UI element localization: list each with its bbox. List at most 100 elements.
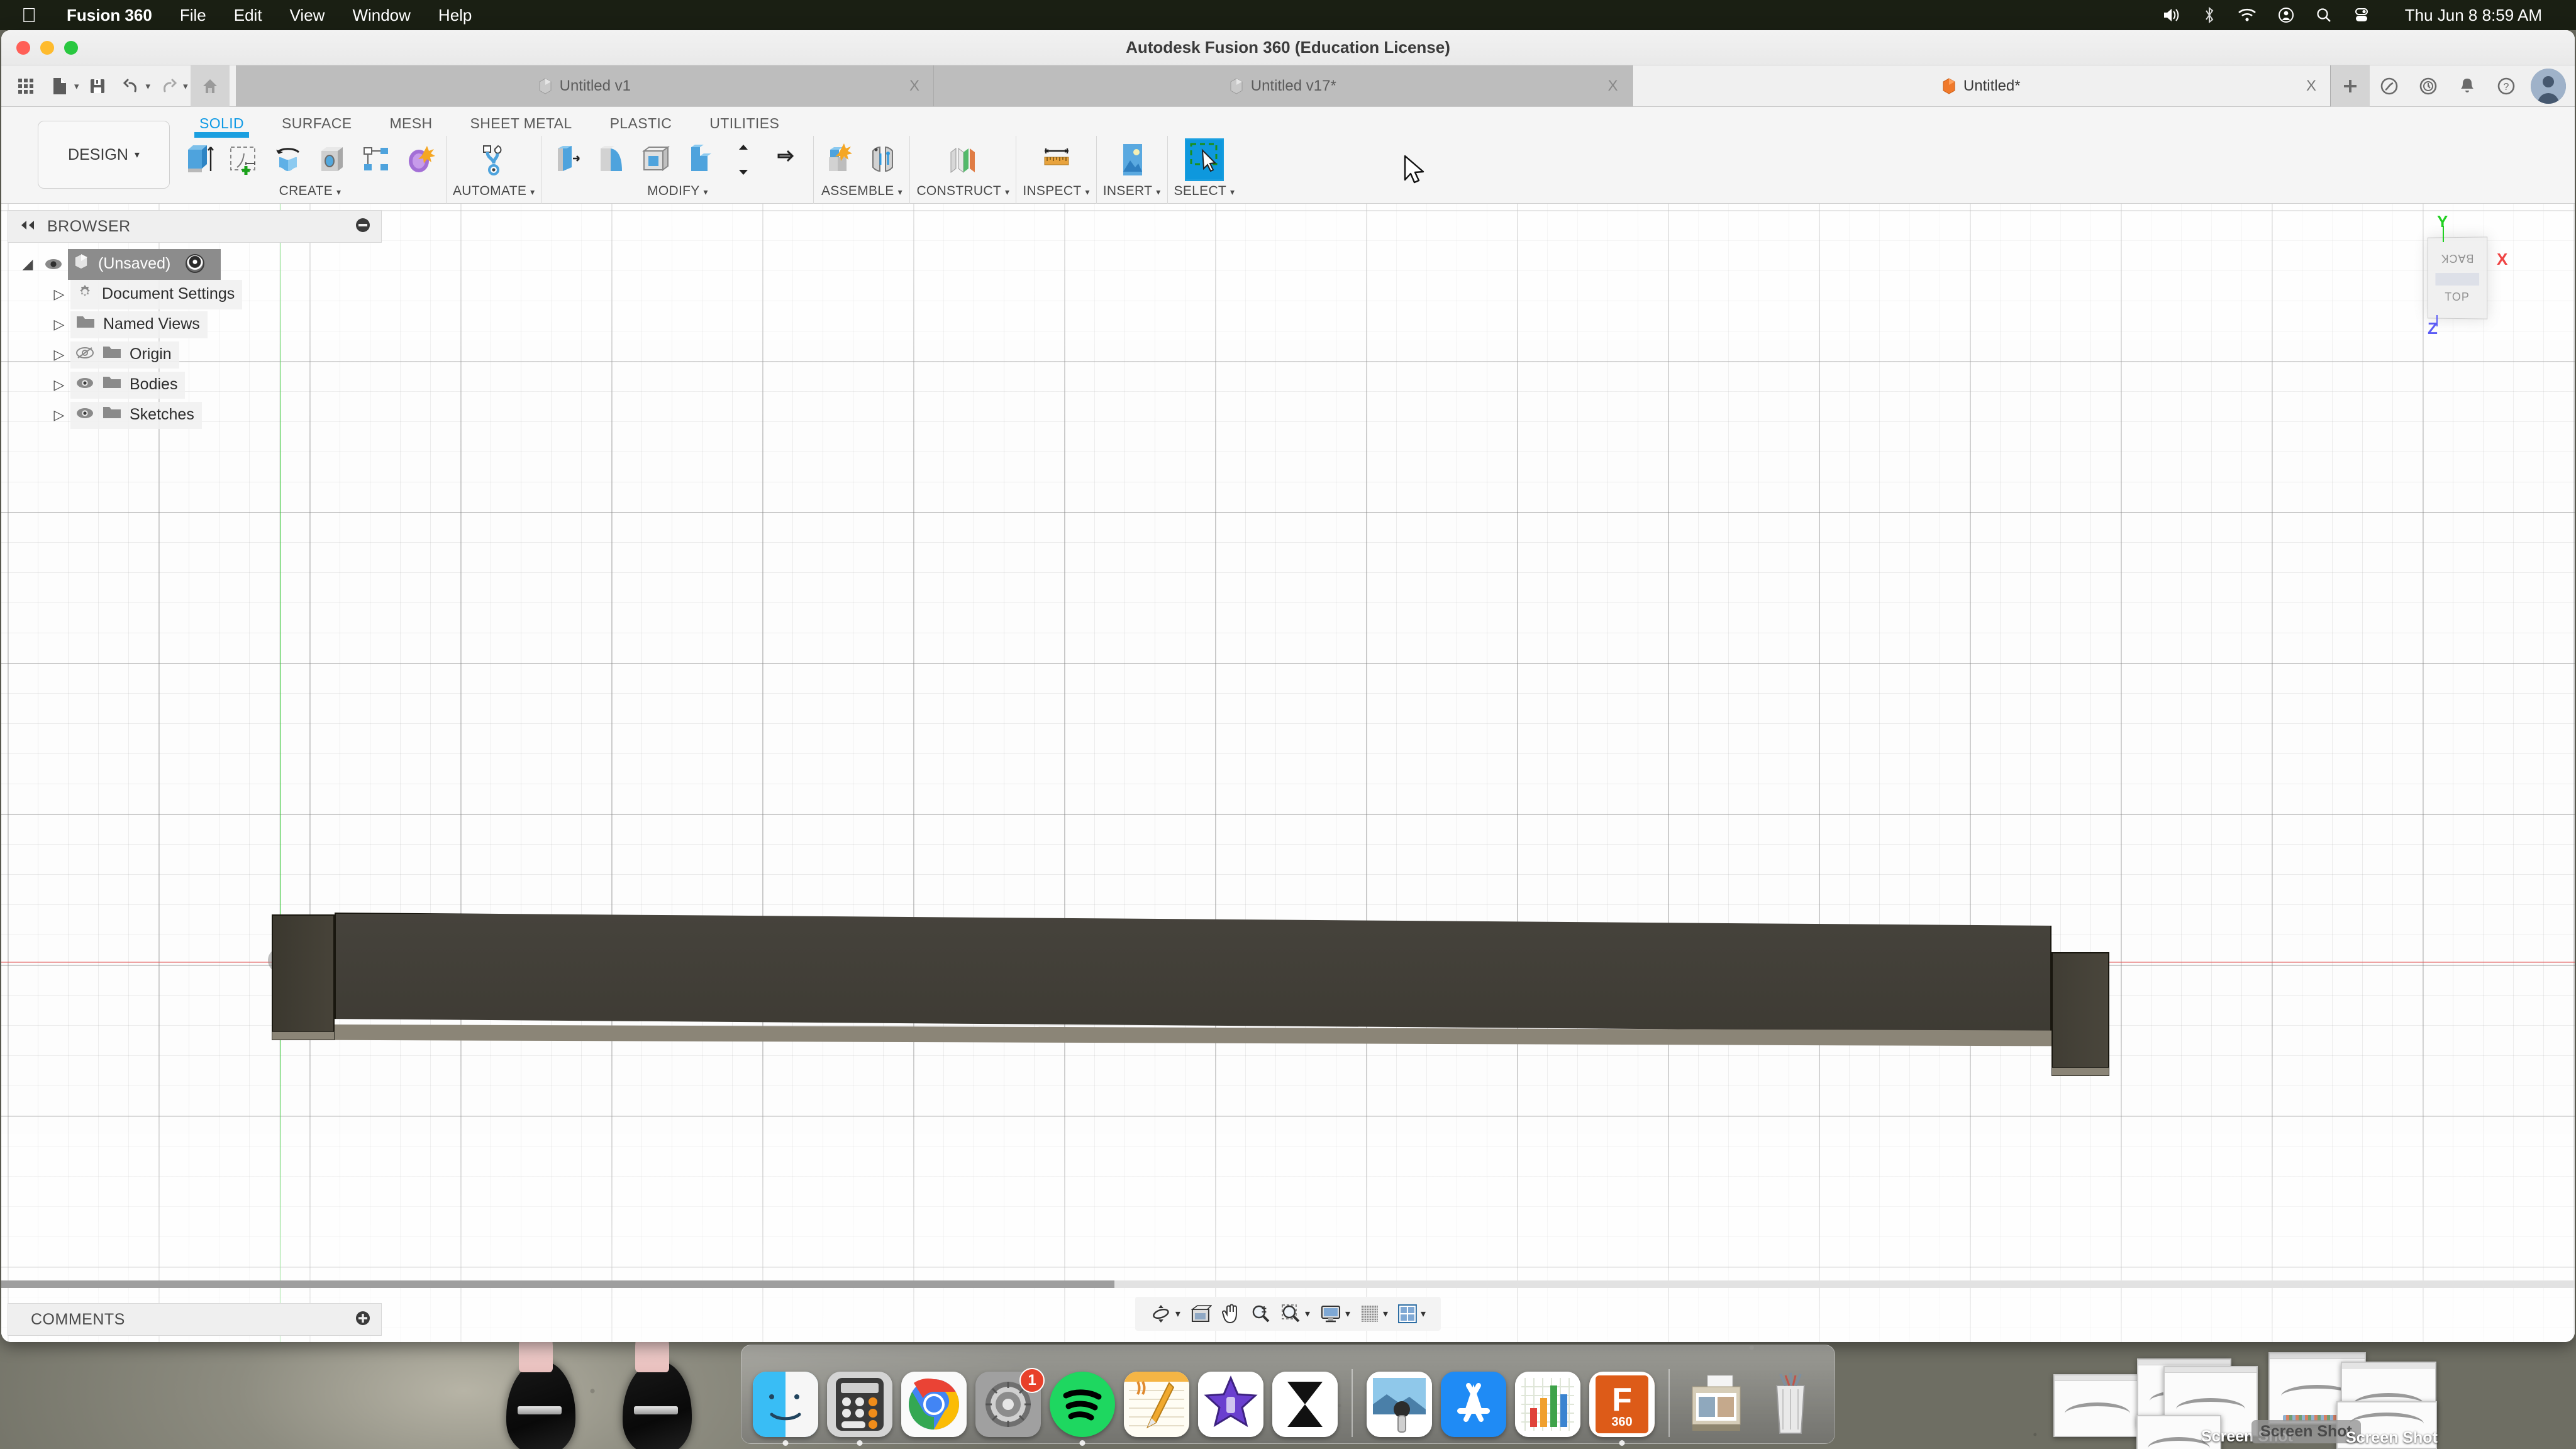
ribbon-group-label[interactable]: AUTOMATE ▾ xyxy=(453,184,535,199)
ribbon-group-label[interactable]: INSPECT ▾ xyxy=(1023,184,1089,199)
look-at-icon[interactable] xyxy=(1187,1304,1216,1323)
menubar-clock[interactable]: Thu Jun 8 8:59 AM xyxy=(2391,6,2556,25)
chevron-down-icon[interactable]: ▾ xyxy=(1383,1307,1388,1320)
job-status-icon[interactable] xyxy=(2409,65,2448,107)
user-avatar[interactable] xyxy=(2531,68,2566,104)
close-tab-icon[interactable]: X xyxy=(1608,77,1618,95)
zoom-window-icon[interactable]: ▾ xyxy=(1277,1304,1314,1324)
search-icon[interactable] xyxy=(2316,7,2332,23)
extensions-icon[interactable] xyxy=(2370,65,2409,107)
joint-icon[interactable] xyxy=(864,138,903,181)
save-icon[interactable] xyxy=(82,70,113,103)
document-tab-untitled-active[interactable]: Untitled* X xyxy=(1632,65,2331,106)
body-right-block[interactable] xyxy=(2051,952,2109,1076)
eye-visible-icon[interactable] xyxy=(75,375,94,394)
menu-help[interactable]: Help xyxy=(425,6,486,25)
eye-visible-icon[interactable] xyxy=(75,406,94,424)
sketch-dimension-icon[interactable] xyxy=(225,138,264,181)
pan-icon[interactable] xyxy=(1218,1304,1245,1324)
undo-menu-caret-icon[interactable]: ▾ xyxy=(146,80,151,92)
minimize-icon[interactable] xyxy=(355,217,371,236)
dock-item-chrome[interactable] xyxy=(901,1372,967,1437)
tab-utilities[interactable]: UTILITIES xyxy=(691,115,798,136)
view-cube[interactable]: BACK TOP Y X Z xyxy=(2392,207,2524,345)
expand-arrow-icon[interactable]: ▷ xyxy=(48,377,70,393)
dock-item-fusion360[interactable]: F 360 xyxy=(1589,1372,1655,1446)
collapse-left-icon[interactable] xyxy=(18,219,37,234)
hole-icon[interactable] xyxy=(313,138,352,181)
tab-plastic[interactable]: PLASTIC xyxy=(591,115,691,136)
eye-hidden-icon[interactable] xyxy=(75,345,94,364)
activate-component-radio[interactable] xyxy=(186,254,205,273)
expand-arrow-icon[interactable]: ◢ xyxy=(16,256,39,272)
measure-icon[interactable] xyxy=(1037,138,1076,181)
close-tab-icon[interactable]: X xyxy=(2306,77,2316,95)
body-main-extrusion[interactable] xyxy=(335,910,2051,1048)
menu-edit[interactable]: Edit xyxy=(220,6,276,25)
ribbon-group-label[interactable]: MODIFY ▾ xyxy=(647,184,708,199)
menu-window[interactable]: Window xyxy=(338,6,424,25)
bluetooth-icon[interactable] xyxy=(2202,6,2216,24)
emboss-icon[interactable] xyxy=(401,138,440,181)
notifications-bell-icon[interactable] xyxy=(2448,65,2487,107)
body-left-block[interactable] xyxy=(272,914,335,1040)
dock-item-calculator[interactable] xyxy=(827,1372,892,1446)
document-tab-untitled-v17[interactable]: Untitled v17* X xyxy=(934,65,1633,106)
expand-arrow-icon[interactable]: ▷ xyxy=(48,316,70,333)
volume-icon[interactable] xyxy=(2162,7,2181,23)
redo-icon[interactable] xyxy=(153,70,184,103)
help-icon[interactable]: ? xyxy=(2487,65,2526,107)
close-tab-icon[interactable]: X xyxy=(909,77,919,95)
ribbon-group-label[interactable]: CONSTRUCT ▾ xyxy=(916,184,1009,199)
dock-item-finder[interactable] xyxy=(753,1372,818,1446)
chevron-down-icon[interactable]: ▾ xyxy=(1421,1307,1426,1320)
expand-arrow-icon[interactable]: ▷ xyxy=(48,286,70,303)
undo-icon[interactable] xyxy=(116,70,147,103)
dock-item-preview[interactable] xyxy=(1367,1372,1432,1437)
desktop-file-thumbnail[interactable] xyxy=(2053,1374,2141,1437)
offset-plane-icon[interactable] xyxy=(943,138,982,181)
dock-item-numbers[interactable] xyxy=(1515,1372,1580,1437)
dock-item-downloads-stack[interactable] xyxy=(1684,1372,1749,1437)
scale-icon[interactable] xyxy=(724,138,763,181)
tree-item-bodies[interactable]: ▷ Bodies xyxy=(8,370,382,400)
shell-icon[interactable] xyxy=(636,138,675,181)
redo-menu-caret-icon[interactable]: ▾ xyxy=(183,80,188,92)
new-component-icon[interactable] xyxy=(820,138,859,181)
tab-solid[interactable]: SOLID xyxy=(180,115,263,138)
display-settings-icon[interactable]: ▾ xyxy=(1316,1304,1354,1323)
dock-item-trash[interactable] xyxy=(1758,1372,1823,1437)
add-comment-icon[interactable] xyxy=(355,1310,371,1330)
menu-file[interactable]: File xyxy=(166,6,220,25)
tree-item-document-settings[interactable]: ▷ Document Settings xyxy=(8,279,382,309)
revolve-icon[interactable] xyxy=(269,138,308,181)
chevron-down-icon[interactable]: ▾ xyxy=(1345,1307,1350,1320)
3d-canvas[interactable]: BROWSER ◢ (Unsaved) ▷ Document Settings … xyxy=(1,204,2575,1342)
file-icon[interactable] xyxy=(44,70,75,103)
view-cube-face-back[interactable]: BACK xyxy=(2428,252,2487,265)
combine-icon[interactable] xyxy=(768,138,807,181)
ribbon-group-label[interactable]: SELECT ▾ xyxy=(1174,184,1235,199)
apple-logo-icon[interactable]:  xyxy=(0,5,53,25)
automated-modeling-icon[interactable] xyxy=(474,138,513,181)
dock-item-notes[interactable] xyxy=(1124,1372,1189,1437)
menu-view[interactable]: View xyxy=(276,6,339,25)
tree-item-sketches[interactable]: ▷ Sketches xyxy=(8,400,382,430)
viewports-icon[interactable]: ▾ xyxy=(1394,1304,1430,1323)
ribbon-group-label[interactable]: INSERT ▾ xyxy=(1103,184,1161,199)
eye-visible-icon[interactable] xyxy=(39,258,68,270)
draft-icon[interactable] xyxy=(680,138,719,181)
tree-root-unsaved[interactable]: ◢ (Unsaved) xyxy=(8,248,382,280)
insert-image-icon[interactable] xyxy=(1113,138,1152,181)
menu-app-name[interactable]: Fusion 360 xyxy=(53,6,166,25)
horizontal-scrollbar[interactable] xyxy=(1,1280,2575,1288)
tab-surface[interactable]: SURFACE xyxy=(263,115,370,136)
chevron-down-icon[interactable]: ▾ xyxy=(1305,1307,1310,1320)
ribbon-group-label[interactable]: CREATE ▾ xyxy=(279,184,341,199)
dock-item-hourglass[interactable] xyxy=(1272,1372,1338,1437)
orbit-icon[interactable]: ▾ xyxy=(1146,1303,1184,1324)
tab-mesh[interactable]: MESH xyxy=(370,115,451,136)
view-cube-body[interactable]: BACK TOP xyxy=(2427,236,2488,319)
zoom-icon[interactable] xyxy=(1247,1304,1275,1324)
show-data-panel-icon[interactable] xyxy=(10,70,42,103)
